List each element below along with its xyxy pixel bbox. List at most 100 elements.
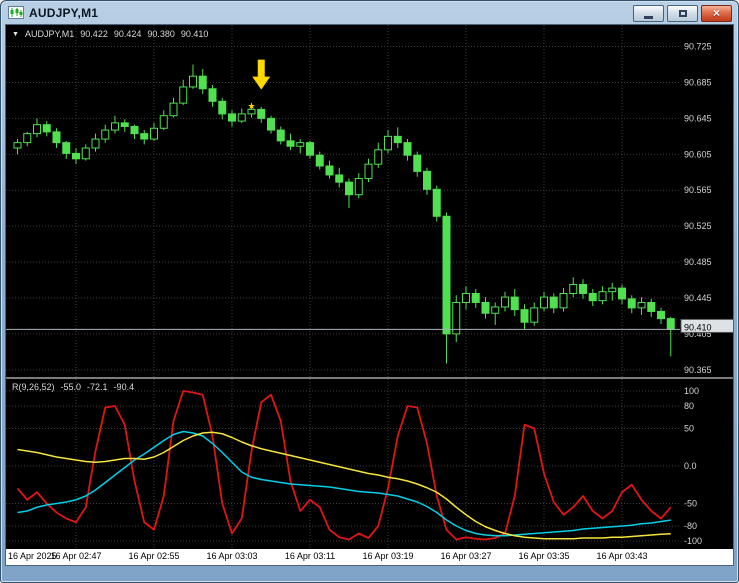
indicator-pane[interactable]: 100 80 50 0.0 -50 -80 -100 R(9,26,52) -55.0 -7… xyxy=(6,379,733,549)
candle xyxy=(237,108,246,123)
candle xyxy=(549,293,558,314)
ohlc-high: 90.424 xyxy=(113,29,142,39)
candle xyxy=(579,279,587,299)
candle xyxy=(403,139,412,161)
price-axis-label: 90.605 xyxy=(684,149,712,159)
chart-client-area: 90.725 90.685 90.645 90.605 90.565 90.525 90.4… xyxy=(5,24,734,566)
indicator-label: R(9,26,52) xyxy=(12,382,55,392)
candle xyxy=(637,297,646,316)
candle xyxy=(413,151,422,177)
candle xyxy=(491,302,500,325)
indicator-axis-label: 0.0 xyxy=(684,461,697,471)
window-controls: × xyxy=(633,5,732,22)
symbol-ohlc-line: ▼ AUDJPY,M1 90.422 90.424 90.380 90.410 xyxy=(12,29,208,40)
candle xyxy=(306,140,314,159)
candle xyxy=(335,167,344,188)
candle xyxy=(393,127,402,149)
candle xyxy=(432,185,441,222)
candle xyxy=(315,151,324,170)
candle xyxy=(120,119,129,132)
indicator-value-1: -55.0 xyxy=(60,382,82,392)
candle xyxy=(569,277,578,298)
candle xyxy=(228,110,236,127)
price-axis-label: 90.565 xyxy=(684,185,712,195)
indicator-canvas[interactable]: 100 80 50 0.0 -50 -80 -100 xyxy=(6,379,734,549)
indicator-axis-label: -80 xyxy=(684,521,697,531)
candle xyxy=(657,307,665,325)
candle xyxy=(130,124,139,140)
minimize-button[interactable] xyxy=(633,5,664,22)
main-chart-pane[interactable]: 90.725 90.685 90.645 90.605 90.565 90.525 90.4… xyxy=(6,25,733,377)
indicator-axis-label: 80 xyxy=(684,401,694,411)
candle xyxy=(384,130,392,154)
indicator-axis[interactable]: 100 80 50 0.0 -50 -80 -100 xyxy=(684,386,702,546)
candle xyxy=(520,304,529,330)
chart-collapse-icon[interactable]: ▼ xyxy=(12,29,19,40)
current-price-label: 90.410 xyxy=(684,322,712,332)
main-grid xyxy=(6,25,680,377)
time-axis-label: 16 Apr 03:27 xyxy=(440,551,492,561)
candle xyxy=(471,289,480,308)
candle xyxy=(647,298,656,317)
indicator-axis-label: -100 xyxy=(684,536,702,546)
minimize-icon xyxy=(644,15,653,19)
indicator-line-mid xyxy=(17,430,671,537)
candle xyxy=(91,133,100,152)
candle xyxy=(442,212,451,364)
candle xyxy=(588,289,597,307)
candle xyxy=(52,128,61,149)
maximize-button[interactable] xyxy=(667,5,698,22)
candle xyxy=(189,64,197,89)
candle xyxy=(666,316,675,357)
candle xyxy=(627,295,636,314)
indicator-axis-label: -50 xyxy=(684,499,697,509)
candle xyxy=(198,69,207,95)
time-axis-label: 16 Apr 03:11 xyxy=(284,551,336,561)
candle xyxy=(140,130,149,145)
candle xyxy=(267,115,275,134)
candle xyxy=(364,158,373,183)
indicator-axis-label: 100 xyxy=(684,386,699,396)
candle xyxy=(218,97,227,120)
candle xyxy=(159,110,168,131)
close-button[interactable]: × xyxy=(701,5,732,22)
maximize-icon xyxy=(678,10,687,17)
indicator-line-fast xyxy=(16,390,672,541)
candle xyxy=(42,121,51,137)
time-axis-label: 16 Apr 02:47 xyxy=(50,551,102,561)
time-axis-label: 16 Apr 03:35 xyxy=(518,551,570,561)
price-axis-label: 90.725 xyxy=(684,42,712,52)
candle xyxy=(618,284,626,305)
indicator-grid xyxy=(6,379,680,549)
candle xyxy=(354,173,363,199)
candle xyxy=(72,148,80,165)
ohlc-close: 90.410 xyxy=(180,29,209,39)
candle xyxy=(62,140,71,159)
candle xyxy=(510,289,519,316)
arrow-down-object[interactable] xyxy=(252,59,271,90)
candle xyxy=(452,295,461,342)
star-object[interactable]: ★ xyxy=(247,101,255,111)
candle xyxy=(179,79,188,105)
candle xyxy=(208,85,217,107)
candle xyxy=(325,160,334,179)
ohlc-low: 90.380 xyxy=(147,29,175,39)
time-axis-label: 16 Apr 03:19 xyxy=(362,551,414,561)
chart-window-icon xyxy=(8,6,24,19)
price-axis-label: 90.525 xyxy=(684,221,712,231)
window-title: AUDJPY,M1 xyxy=(29,5,99,20)
main-chart-canvas[interactable]: 90.725 90.685 90.645 90.605 90.565 90.525 90.4… xyxy=(6,25,734,377)
symbol-label: AUDJPY,M1 xyxy=(24,29,75,39)
candle xyxy=(559,288,568,312)
candle xyxy=(374,142,383,168)
close-icon: × xyxy=(712,6,720,20)
candle xyxy=(501,291,509,312)
candles xyxy=(13,64,675,364)
indicator-value-3: -90.4 xyxy=(113,382,135,392)
candle xyxy=(13,139,22,155)
titlebar[interactable]: AUDJPY,M1 × xyxy=(1,1,738,24)
indicator-line-slow xyxy=(17,431,671,540)
time-axis[interactable]: 16 Apr 2025 16 Apr 02:47 16 Apr 02:55 16 Ap… xyxy=(6,549,733,565)
price-axis-label: 90.365 xyxy=(684,365,712,375)
candle xyxy=(286,133,295,150)
